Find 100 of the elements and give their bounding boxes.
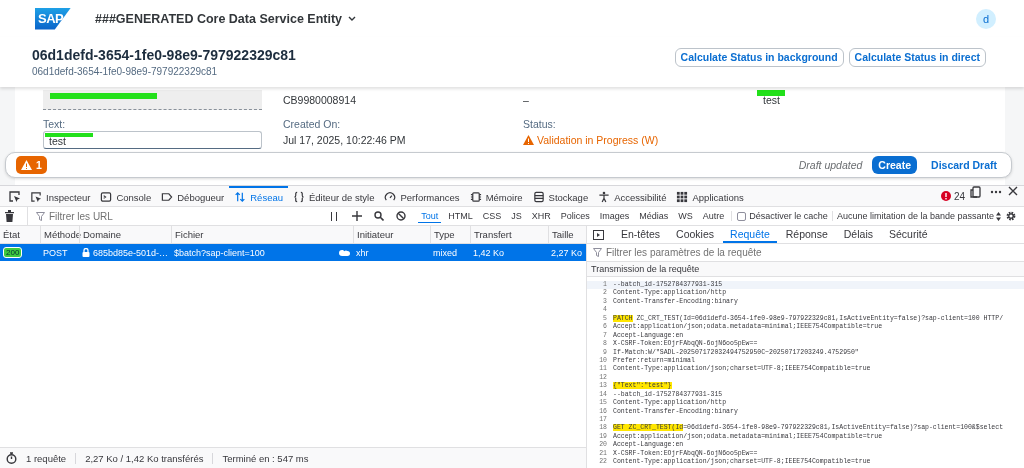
error-count: 24	[953, 190, 965, 202]
create-button[interactable]: Create	[872, 156, 918, 174]
error-icon[interactable]	[940, 191, 951, 201]
devtools-tab[interactable]: Applications	[671, 186, 749, 206]
object-subtitle: 06d1defd-3654-1fe0-98e9-797922329c81	[32, 66, 219, 77]
devtools-tab[interactable]: Stockage	[527, 186, 594, 206]
table-cell: POST	[43, 247, 68, 258]
column-header[interactable]: Initiateur	[353, 226, 430, 243]
type-filter[interactable]: WS	[675, 209, 696, 223]
type-filter[interactable]: Images	[596, 209, 633, 223]
detail-tab[interactable]: En-têtes	[614, 226, 668, 243]
logo[interactable]: SAP	[35, 7, 71, 30]
status-text: Validation in Progress (W)	[537, 134, 659, 146]
request-row[interactable]: 200 POST 685bd85e-501d-… $batch?sap-client=100 xhr mixed 1,42 Ko 2,27 Ko	[0, 244, 586, 261]
trash-icon[interactable]	[4, 210, 15, 222]
object-title: 06d1defd-3654-1fe0-98e9-797922329c81	[32, 47, 297, 63]
discard-button[interactable]: Discard Draft	[927, 159, 1001, 171]
terminal-icon	[100, 191, 113, 203]
picker-icon[interactable]	[8, 189, 21, 203]
draft-status: Draft updated	[798, 159, 863, 171]
cursor-in-box-icon	[30, 191, 42, 203]
gauge-icon	[384, 191, 397, 203]
user-avatar[interactable]: d	[976, 8, 996, 29]
filter-icon	[593, 248, 602, 257]
column-header[interactable]: Taille	[548, 226, 587, 243]
text-input[interactable]: test	[43, 131, 262, 149]
type-filter[interactable]: Tout	[418, 209, 442, 223]
person-icon	[598, 191, 611, 203]
devtools-tab[interactable]: Inspecteur	[25, 186, 96, 206]
url-filter-input[interactable]: Filtrer les URL	[27, 207, 180, 225]
type-filter[interactable]: JS	[508, 209, 525, 223]
section-heading: Transmission de la requête	[587, 262, 1024, 277]
panel-icon[interactable]	[593, 229, 604, 240]
type-filter[interactable]: CSS	[479, 209, 505, 223]
field-value: –	[523, 94, 529, 106]
detail-tab[interactable]: Délais	[836, 226, 880, 243]
type-filter[interactable]: HTML	[445, 209, 476, 223]
field-label: Status:	[523, 117, 557, 130]
column-header[interactable]: Méthode	[40, 226, 79, 243]
field-value: CB9980008914	[283, 94, 356, 106]
field-value: test	[763, 94, 780, 106]
app-title[interactable]: ###GENERATED Core Data Service Entity	[95, 11, 343, 26]
column-header[interactable]: Type	[430, 226, 470, 243]
throttling-select[interactable]: Aucune limitation de la bande passante	[831, 211, 1001, 221]
close-icon[interactable]	[1008, 186, 1018, 196]
lock-icon	[82, 248, 90, 257]
status-text: 1 requête	[25, 452, 68, 464]
devtools-tab[interactable]: Débogueur	[156, 186, 230, 206]
database-icon	[532, 191, 545, 203]
grid-icon	[676, 191, 689, 203]
status-code: 200	[3, 247, 23, 258]
search-icon[interactable]	[374, 211, 385, 221]
block-icon[interactable]	[396, 211, 407, 221]
tag-icon	[161, 191, 174, 203]
column-header[interactable]: Transfert	[470, 226, 548, 243]
warning-icon	[523, 135, 534, 145]
detail-tab[interactable]: Sécurité	[881, 226, 935, 243]
detail-tab[interactable]: Requête	[723, 226, 777, 243]
action-button[interactable]: Calculate Status in direct	[848, 47, 986, 67]
field-label: Created On:	[283, 117, 342, 130]
plus-icon[interactable]	[352, 211, 363, 221]
table-cell: 2,27 Ko	[551, 247, 583, 258]
cloud-icon	[339, 249, 350, 256]
table-cell: $batch?sap-client=100	[174, 247, 265, 258]
chevron-down-icon[interactable]	[348, 15, 357, 22]
table-cell: mixed	[433, 247, 457, 258]
type-filter[interactable]: Médias	[636, 209, 672, 223]
dock-icon[interactable]	[970, 186, 982, 198]
table-cell: 1,42 Ko	[473, 247, 505, 258]
updown-icon	[996, 211, 1001, 221]
action-button[interactable]: Calculate Status in background	[674, 47, 844, 67]
checkbox-label[interactable]: Désactiver le cache	[749, 211, 828, 221]
status-text: 2,27 Ko / 1,42 Ko transférés	[75, 452, 213, 464]
type-filter[interactable]: Polices	[557, 209, 593, 223]
braces-icon	[293, 191, 305, 203]
table-cell: xhr	[356, 247, 369, 258]
warning-icon	[21, 160, 32, 170]
stopwatch-icon	[6, 452, 17, 464]
status-text: Terminé en : 547 ms	[212, 452, 318, 464]
column-header[interactable]: Domaine	[79, 226, 171, 243]
chip-icon	[469, 191, 482, 203]
detail-tab[interactable]: Cookies	[669, 226, 722, 243]
devtools-tab[interactable]: Console	[95, 186, 157, 206]
field-label: Text:	[43, 117, 67, 130]
devtools-tab[interactable]: Éditeur de style	[288, 186, 380, 206]
devtools-tab[interactable]: Performances	[379, 186, 465, 206]
gear-icon[interactable]	[1005, 210, 1017, 222]
devtools-tab[interactable]: Mémoire	[464, 186, 528, 206]
field-value: Jul 17, 2025, 10:22:46 PM	[283, 134, 406, 146]
column-header[interactable]: Fichier	[171, 226, 353, 243]
type-filter[interactable]: Autre	[699, 209, 728, 223]
column-header[interactable]: État	[0, 226, 40, 243]
devtools-tab[interactable]: Réseau	[229, 186, 288, 206]
table-cell: 685bd85e-501d-…	[93, 247, 169, 258]
type-filter[interactable]: XHR	[528, 209, 554, 223]
devtools-tab[interactable]: Accessibilité	[593, 186, 672, 206]
pause-icon[interactable]	[330, 211, 339, 221]
filter-icon	[36, 211, 45, 221]
checkbox[interactable]	[737, 211, 747, 221]
detail-tab[interactable]: Réponse	[778, 226, 835, 243]
